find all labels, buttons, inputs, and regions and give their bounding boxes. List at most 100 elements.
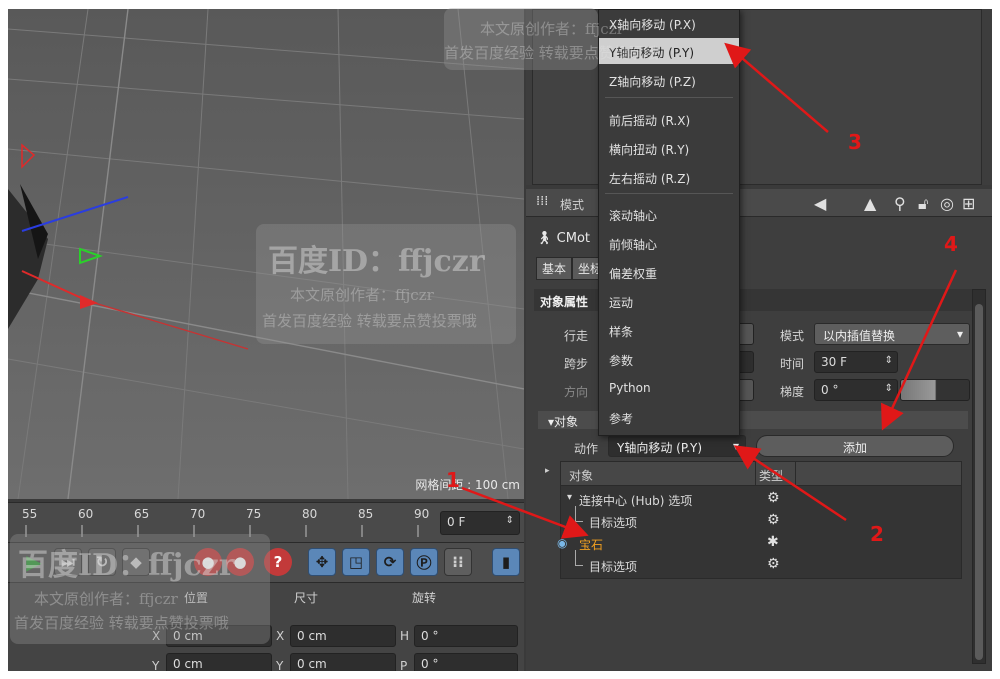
axis-label: P [400,659,408,671]
object-title: 🚶︎ CMot [536,231,590,246]
gear-icon[interactable]: ⚙ [767,490,780,506]
gear-icon[interactable]: ⚙ [767,556,780,572]
gradient-slider[interactable] [900,379,970,401]
stepper-icon[interactable]: ⇕ [885,383,893,394]
gear-icon[interactable]: ⚙ [767,512,780,528]
chevron-down-icon: ▾ [956,327,963,341]
time-value: 30 F [821,355,847,369]
chevron-down-icon: ▾ [732,439,739,453]
menu-item[interactable]: Z轴向移动 (P.Z) [599,67,739,93]
mode-label: 模式 [780,329,805,343]
tree-row-selected[interactable]: ◉ 宝石 ✱ [557,534,961,556]
menu-item[interactable]: 偏差权重 [599,259,739,285]
up-arrow-icon[interactable]: ▲ [864,194,876,213]
watermark-id: 百度ID：ffjczr [268,244,485,279]
scale-tool-icon[interactable]: ◳ [342,548,370,576]
column-type[interactable]: 类型 [759,467,783,484]
action-dropdown[interactable]: Y轴向移动 (P.Y) ▾ [608,435,746,457]
annotation-number: 4 [944,232,958,256]
gem-icon: ◉ [557,536,568,550]
mode-menu[interactable]: 模式 [560,196,584,213]
menu-item[interactable]: 参数 [599,346,739,372]
menu-item[interactable]: 参考 [599,404,739,430]
add-button[interactable]: 添加 [756,435,954,457]
tab-basic[interactable]: 基本 [536,257,573,280]
action-value: Y轴向移动 (P.Y) [617,441,703,455]
gradient-value: 0 ° [821,383,839,397]
watermark-id: 百度ID：ffjczr [18,548,235,583]
column-divider [795,462,796,486]
axis-label: Y [276,659,284,671]
tree-connector [575,550,583,566]
tree-row[interactable]: 目标选项 ⚙ [561,506,961,534]
column-divider [755,462,756,486]
menu-item[interactable]: 滚动轴心 [599,201,739,227]
column-object[interactable]: 对象 [569,467,593,484]
tree-header: ▸ 对象 类型 [545,462,961,486]
rotation-h-value: 0 ° [421,629,439,643]
tree-row-label: 目标选项 [589,560,638,574]
gradient-field[interactable]: 0 ° ⇕ [814,379,898,401]
stepper-icon[interactable]: ⇕ [506,515,514,526]
rotation-p-field[interactable]: 0 ° [414,653,518,671]
action-label: 动作 [574,442,599,456]
rotate-tool-icon[interactable]: ⟳ [376,548,404,576]
object-name: CMot [556,231,591,246]
rotation-h-field[interactable]: 0 ° [414,625,518,647]
film-strip-icon[interactable]: ▮ [492,548,520,576]
attribute-scrollbar[interactable] [972,289,986,664]
menu-item[interactable]: 横向扭动 (R.Y) [599,135,739,161]
axis-label: Y [152,659,160,671]
menu-item[interactable]: 前后摇动 (R.X) [599,106,739,132]
direction-label: 方向 [564,385,589,399]
rotation-p-value: 0 ° [421,657,439,671]
menu-item[interactable]: 前倾轴心 [599,230,739,256]
axis-label: X [276,629,285,643]
axis-label: H [400,629,410,643]
size-y-value: 0 cm [297,657,327,671]
tree-row[interactable]: ▾ 连接中心 (Hub) 选项 ⚙ [561,490,961,512]
menu-separator [605,97,733,98]
position-y-field[interactable]: 0 cm [166,653,272,671]
watermark-author: 本文原创作者：ffjczr [290,286,434,304]
object-tree[interactable]: ▸ 对象 类型 ▾ 连接中心 (Hub) 选项 ⚙ 目标选项 ⚙ ◉ 宝石 ✱ [545,461,962,579]
target-icon[interactable]: ◎ [940,194,954,213]
menu-item[interactable]: Python [599,375,739,401]
size-x-field[interactable]: 0 cm [290,625,396,647]
expand-icon[interactable]: ▸ [545,466,550,476]
lock-icon[interactable]: 🔓︎ [918,194,928,214]
move-tool-icon[interactable]: ✥ [308,548,336,576]
time-field[interactable]: 30 F ⇕ [814,351,898,373]
tree-row[interactable]: 目标选项 ⚙ [561,550,961,578]
search-icon[interactable]: ⚲ [894,194,906,213]
time-label: 时间 [780,357,805,371]
position-y-value: 0 cm [173,657,203,671]
current-frame-field[interactable]: 0 F ⇕ [440,511,520,535]
menu-item[interactable]: 样条 [599,317,739,343]
menu-item[interactable]: 运动 [599,288,739,314]
collapse-icon[interactable]: ▾ [567,492,572,503]
watermark-author: 本文原创作者：ffjczr [34,590,178,608]
param-tool-icon[interactable]: Ⓟ [410,548,438,576]
grip-icon[interactable]: ⁞⁞⁞ [536,194,548,209]
watermark-notice: 首发百度经验 转载要点赞投票哦 [444,44,659,62]
grid-spacing-readout: 网格间距 : 100 cm [415,478,520,492]
sun-gear-icon[interactable]: ✱ [767,534,779,550]
stepper-icon[interactable]: ⇕ [885,355,893,366]
back-arrow-icon[interactable]: ◀ [814,194,826,213]
stride-label: 跨步 [564,357,589,371]
scrollbar-thumb[interactable] [975,304,983,660]
action-dropdown-menu: X轴向移动 (P.X) Y轴向移动 (P.Y) Z轴向移动 (P.Z) 前后摇动… [598,9,740,436]
size-header: 尺寸 [294,591,319,605]
gradient-label: 梯度 [780,385,805,399]
rotation-header: 旋转 [412,591,437,605]
current-frame-value: 0 F [447,515,466,529]
menu-item[interactable]: 左右摇动 (R.Z) [599,164,739,190]
grid-dots-icon[interactable]: ⁝⁝ [444,548,472,576]
size-y-field[interactable]: 0 cm [290,653,396,671]
tree-row-label: 连接中心 (Hub) 选项 [579,494,693,508]
tree-row-label: 目标选项 [589,516,638,530]
mode-value: 以内插值替换 [823,329,896,343]
mode-dropdown[interactable]: 以内插值替换 ▾ [814,323,970,345]
new-panel-icon[interactable]: ⊞ [962,194,975,213]
